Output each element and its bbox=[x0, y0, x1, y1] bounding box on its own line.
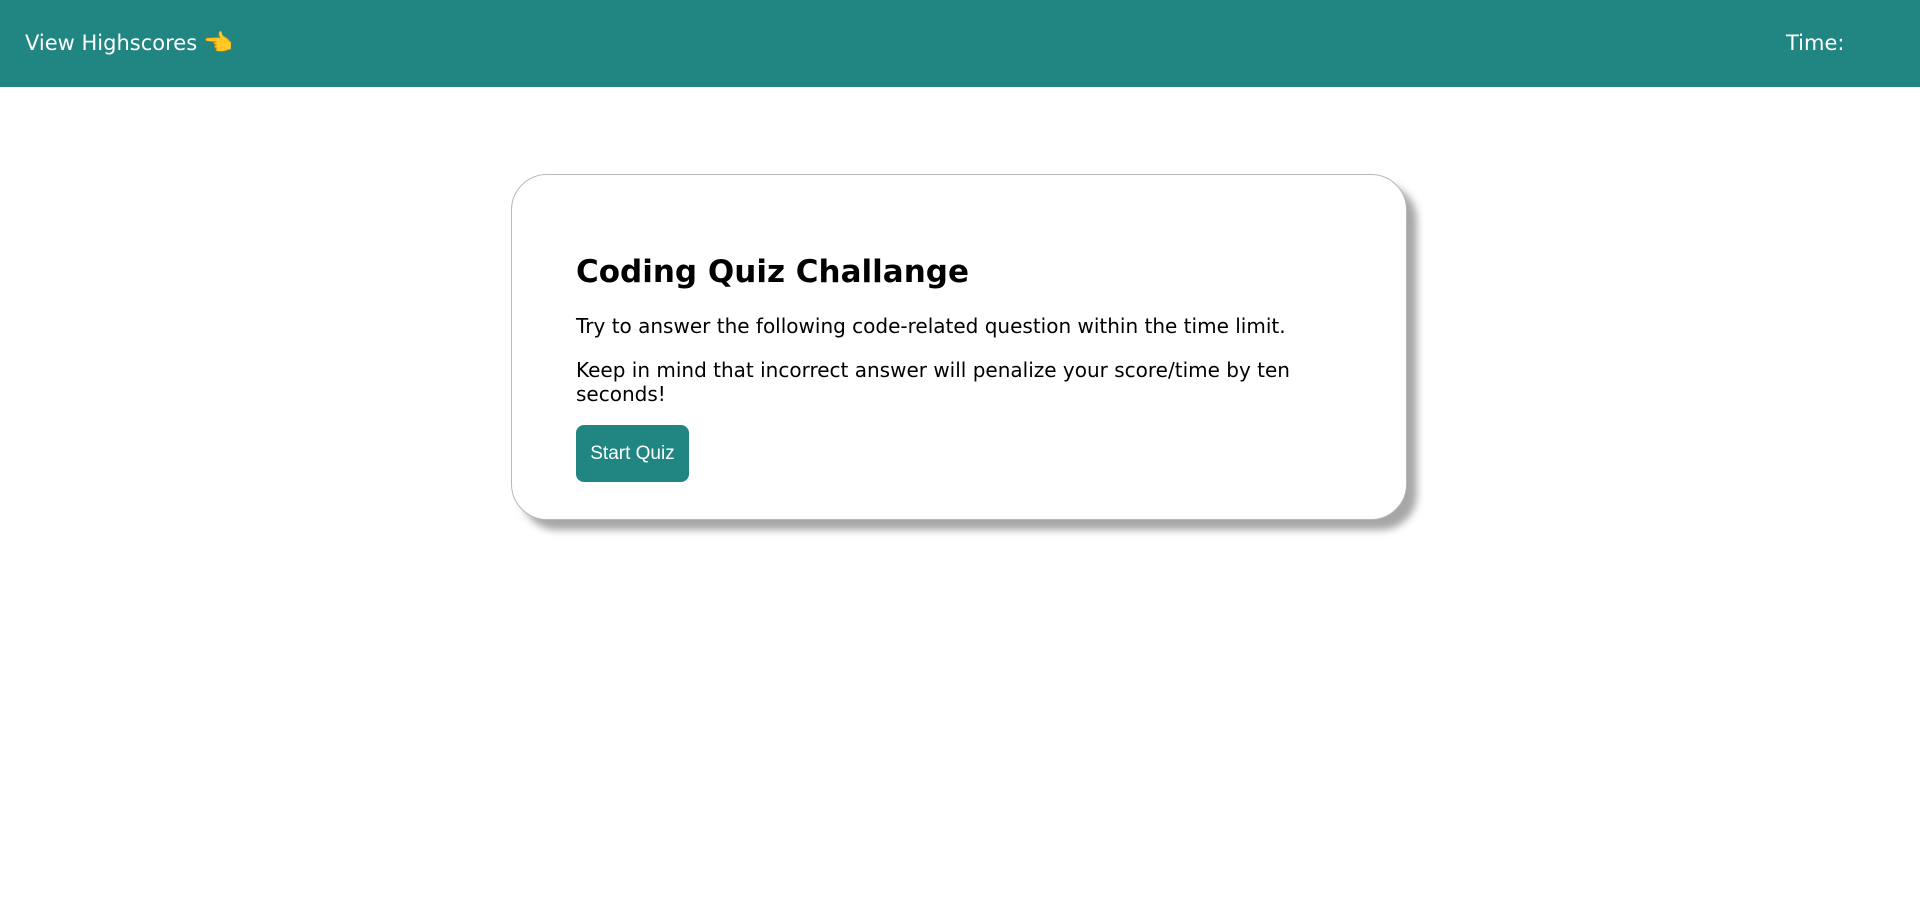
timer-label: Time: bbox=[1786, 31, 1845, 55]
quiz-intro-card: Coding Quiz Challange Try to answer the … bbox=[511, 174, 1407, 520]
pointing-hand-icon: 👈 bbox=[203, 29, 234, 57]
penalty-warning-text: Keep in mind that incorrect answer will … bbox=[576, 358, 1290, 406]
timer: Time: bbox=[1786, 30, 1844, 56]
view-highscores-label: View Highscores bbox=[25, 31, 198, 55]
view-highscores-link[interactable]: View Highscores 👈 bbox=[25, 30, 233, 56]
start-quiz-button[interactable]: Start Quiz bbox=[576, 425, 689, 482]
instructions-text: Try to answer the following code-related… bbox=[576, 314, 1286, 338]
page-title: Coding Quiz Challange bbox=[576, 254, 969, 290]
top-bar: View Highscores 👈 Time: bbox=[0, 0, 1920, 87]
